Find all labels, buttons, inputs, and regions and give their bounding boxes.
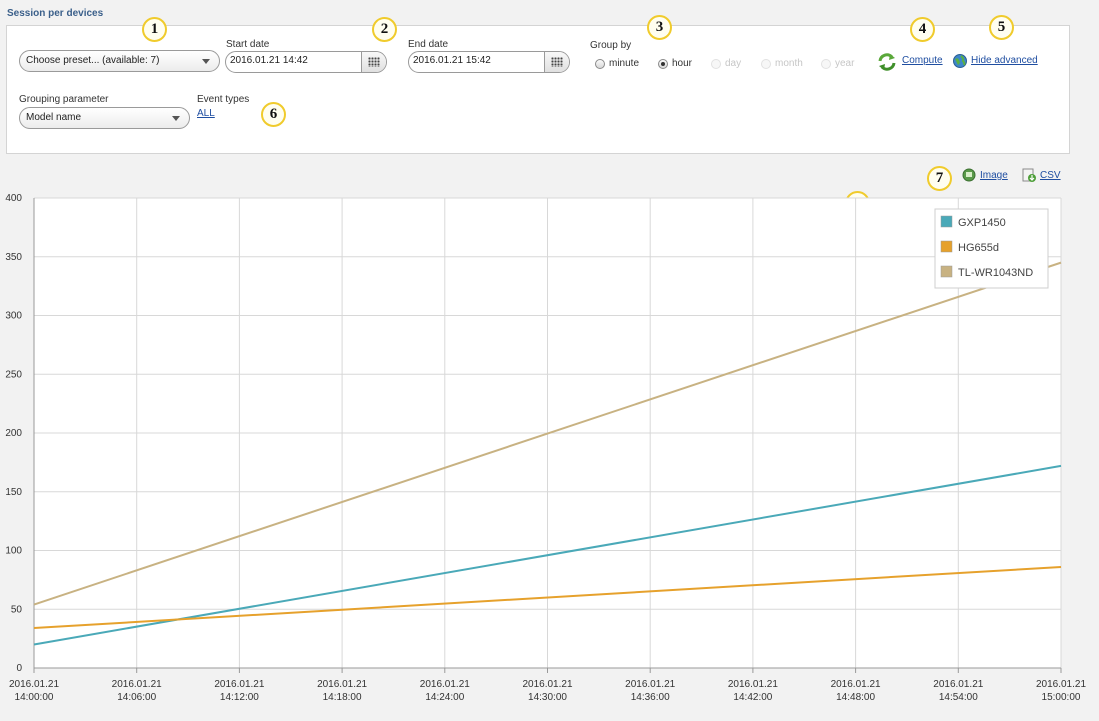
radio-label: day [725, 58, 742, 69]
end-date-field[interactable] [408, 51, 570, 73]
x-tick-label: 2016.01.21 14:36:00 [625, 679, 675, 703]
grouping-parameter-select[interactable]: Model name [19, 107, 190, 129]
group-by-minute[interactable]: minute [595, 58, 639, 69]
x-tick-label: 2016.01.21 14:54:00 [933, 679, 983, 703]
group-by-year: year [821, 58, 854, 69]
image-export-link[interactable]: Image [980, 170, 1008, 181]
end-date-label: End date [408, 39, 449, 50]
globe-settings-icon[interactable] [952, 53, 968, 69]
image-export-icon[interactable] [962, 168, 976, 182]
callout-badge-1: 1 [142, 17, 167, 42]
grouping-parameter-label: Grouping parameter [19, 94, 109, 105]
group-by-label: Group by [590, 40, 632, 51]
section-title: Session per devices [7, 8, 104, 19]
legend-label: TL-WR1043ND [958, 267, 1033, 279]
x-tick-label: 2016.01.21 14:18:00 [317, 679, 367, 703]
y-tick-label: 350 [5, 252, 22, 263]
preset-select[interactable]: Choose preset... (available: 7) [19, 50, 220, 72]
callout-badge-5: 5 [989, 15, 1014, 40]
x-tick-label: 2016.01.21 15:00:00 [1036, 679, 1086, 703]
hide-advanced-link[interactable]: Hide advanced [971, 55, 1038, 66]
event-types-link[interactable]: ALL [197, 108, 215, 119]
legend-swatch [940, 215, 953, 228]
radio-label: hour [672, 58, 693, 69]
group-by-day: day [711, 58, 741, 69]
legend-swatch [940, 265, 953, 278]
group-by-hour[interactable]: hour [658, 58, 692, 69]
x-tick-label: 2016.01.21 14:30:00 [522, 679, 572, 703]
radio-button [761, 58, 771, 69]
y-tick-label: 50 [11, 604, 23, 615]
legend-swatch [940, 240, 953, 253]
preset-select-label: Choose preset... (available: 7) [26, 55, 160, 66]
x-tick-label: 2016.01.21 14:12:00 [214, 679, 264, 703]
chevron-down-icon [202, 59, 210, 64]
legend-label: HG655d [958, 242, 999, 254]
x-tick-label: 2016.01.21 14:00:00 [9, 679, 59, 703]
radio-label: year [835, 58, 855, 69]
callout-badge-2: 2 [372, 17, 397, 42]
radio-label: minute [609, 58, 640, 69]
start-date-field[interactable] [225, 51, 387, 73]
legend-label: GXP1450 [958, 217, 1006, 229]
end-date-input[interactable] [411, 55, 541, 66]
grouping-parameter-value: Model name [26, 112, 82, 123]
y-tick-label: 100 [5, 546, 22, 557]
callout-badge-6: 6 [261, 102, 286, 127]
calendar-icon[interactable] [361, 52, 386, 72]
compute-link[interactable]: Compute [902, 55, 943, 66]
radio-button[interactable] [595, 58, 605, 69]
y-tick-label: 200 [5, 428, 22, 439]
group-by-month: month [761, 58, 803, 69]
csv-download-icon[interactable] [1022, 168, 1037, 183]
y-tick-label: 250 [5, 369, 22, 380]
chevron-down-icon [172, 116, 180, 121]
radio-button [711, 58, 721, 69]
calendar-icon[interactable] [544, 52, 569, 72]
x-tick-label: 2016.01.21 14:24:00 [420, 679, 470, 703]
radio-button [821, 58, 831, 69]
y-tick-label: 0 [16, 663, 22, 674]
csv-export-link[interactable]: CSV [1040, 170, 1061, 181]
start-date-label: Start date [226, 39, 270, 50]
y-tick-label: 400 [5, 193, 22, 204]
refresh-arrows-icon[interactable] [877, 53, 897, 71]
y-tick-label: 300 [5, 311, 22, 322]
radio-label: month [775, 58, 803, 69]
sessions-line-chart: 0 50 100 150 200 250 300 350 400 2016.01.21 14:00:… [5, 193, 1086, 703]
y-tick-label: 150 [5, 487, 22, 498]
x-tick-label: 2016.01.21 14:48:00 [831, 679, 881, 703]
x-tick-label: 2016.01.21 14:42:00 [728, 679, 778, 703]
radio-button[interactable] [658, 58, 668, 69]
x-tick-label: 2016.01.21 14:06:00 [112, 679, 162, 703]
callout-badge-3: 3 [647, 15, 672, 40]
event-types-label: Event types [197, 94, 250, 105]
start-date-input[interactable] [228, 55, 358, 66]
advanced-controls-panel: Choose preset... (available: 7) Start da… [6, 25, 1070, 154]
callout-badge-4: 4 [910, 17, 935, 42]
